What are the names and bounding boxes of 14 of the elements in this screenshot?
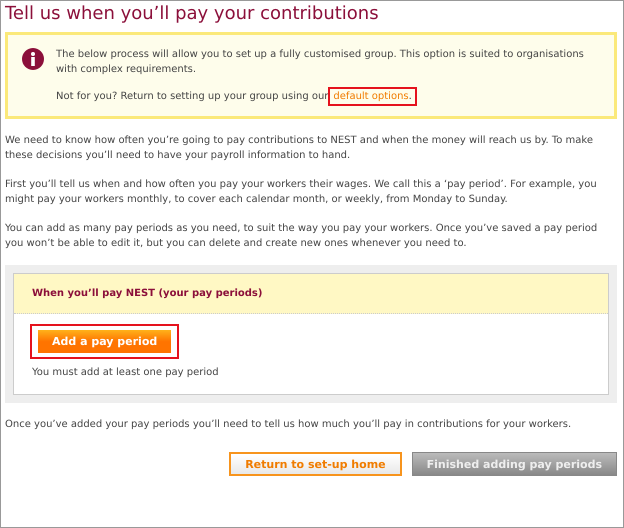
body-paragraph: We need to know how often you’re going to pay contributions to NEST and when the money will reach us by. To make these decisions you’ll need to have your payroll information to hand.	[5, 134, 594, 163]
add-pay-period-button[interactable]: Add a pay period	[38, 330, 172, 353]
info-icon	[22, 48, 44, 70]
full-stop: .	[408, 91, 412, 102]
return-button[interactable]: Return to set-up home	[229, 452, 402, 476]
body-paragraph: First you’ll tell us when and how often you pay your workers their wages. We call this a ‘pay period’. For example, you might pay your workers monthly, to cover each calendar month, or weekly, from Monday to Sunday.	[5, 178, 598, 207]
notice-prompt: Not for you? Return to setting up your group using our	[56, 91, 328, 102]
default-options-link[interactable]: default options.	[331, 90, 414, 103]
hint-text: You must add at least one pay period	[32, 367, 220, 378]
panel-heading: When you’ll pay NEST (your pay periods)	[14, 274, 608, 314]
body-paragraph: You can add as many pay periods as you need, to suit the way you pay your workers. Once you’ve saved a pay period you won’t be able to edit it, but you can delete and create new ones whenever you need to.	[5, 222, 598, 251]
page-title: Tell us when you’ll pay your contributions	[5, 3, 380, 24]
notice-text: The below process will allow you to set up a fully customised group. This option is suited to organisations with complex requirements.	[56, 48, 585, 77]
footer-text: Once you’ve added your pay periods you’ll need to tell us how much you’ll pay in contributions for your workers.	[5, 418, 572, 432]
